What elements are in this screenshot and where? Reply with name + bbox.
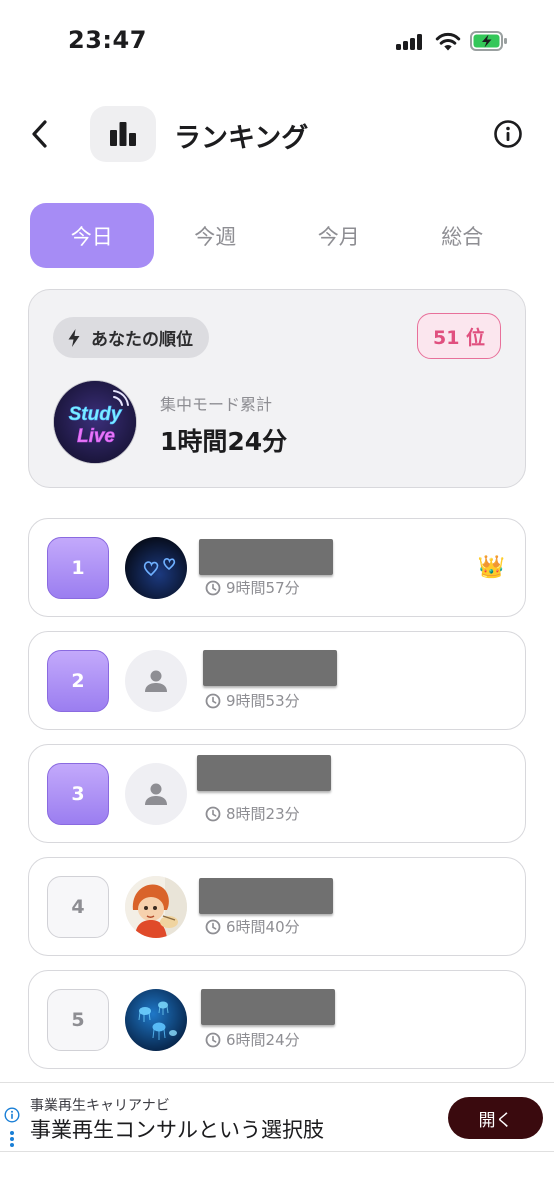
- study-time: 6時間40分: [205, 916, 300, 937]
- tab-today[interactable]: 今日: [30, 203, 154, 268]
- ranking-row[interactable]: 3 8時間23分: [28, 744, 526, 843]
- study-live-logo: Study Live: [54, 381, 136, 463]
- default-user-icon: [145, 670, 167, 692]
- redacted-username: [197, 755, 331, 791]
- rank-number: 5: [47, 989, 109, 1051]
- chevron-left-icon: [32, 120, 47, 148]
- crown-icon: 👑: [477, 555, 505, 580]
- study-time-value: 9時間57分: [226, 579, 300, 597]
- clock-icon: [205, 1032, 221, 1047]
- anime-avatar-image: [125, 876, 187, 938]
- ad-headline: 事業再生コンサルという選択肢: [30, 1118, 324, 1142]
- cellular-signal-icon: [396, 34, 426, 50]
- study-time-value: 6時間24分: [226, 1031, 300, 1049]
- lightning-icon: [68, 328, 80, 347]
- ranking-header-icon: [90, 106, 156, 162]
- info-button[interactable]: [490, 116, 526, 152]
- svg-text:Live: Live: [77, 426, 115, 447]
- my-avatar: Study Live: [53, 380, 137, 464]
- ranking-row[interactable]: 5 6時間24分: [28, 970, 526, 1069]
- redacted-username: [201, 989, 335, 1025]
- rank-number: 1: [47, 537, 109, 599]
- info-icon: [494, 120, 522, 148]
- study-time: 9時間53分: [205, 690, 300, 711]
- my-rank-badge: 51 位: [417, 313, 501, 359]
- clock-icon: [205, 693, 221, 708]
- rank-number: 2: [47, 650, 109, 712]
- back-button[interactable]: [20, 112, 60, 156]
- my-rank-card: あなたの順位 51 位 Study Live 集中モード累計 1時間24分: [28, 289, 526, 488]
- user-avatar: [125, 763, 187, 825]
- svg-text:Study: Study: [69, 404, 123, 425]
- ranking-row[interactable]: 1 9時間57分 👑: [28, 518, 526, 617]
- redacted-username: [199, 539, 333, 575]
- clock-icon: [205, 919, 221, 934]
- study-time: 6時間24分: [205, 1029, 300, 1050]
- hearts-avatar-image: [125, 537, 187, 599]
- status-bar: 23:47: [0, 0, 554, 80]
- focus-total-value: 1時間24分: [160, 427, 288, 456]
- ranking-list: 1 9時間57分 👑 2 9時間53分 3 8時間23分 4 6時間40分 5 …: [28, 518, 526, 1083]
- page-title: ランキング: [174, 123, 309, 154]
- battery-charging-icon: [470, 31, 507, 51]
- ad-open-button[interactable]: 開く: [448, 1097, 543, 1139]
- study-time: 8時間23分: [205, 803, 300, 824]
- focus-total-label: 集中モード累計: [160, 395, 273, 414]
- jellyfish-avatar-image: [125, 989, 187, 1051]
- my-rank-pill: あなたの順位: [53, 317, 209, 358]
- study-time: 9時間57分: [205, 577, 300, 598]
- more-options-icon[interactable]: [9, 1130, 15, 1148]
- user-avatar: [125, 876, 187, 938]
- study-time-value: 8時間23分: [226, 805, 300, 823]
- status-time: 23:47: [68, 26, 147, 54]
- study-time-value: 9時間53分: [226, 692, 300, 710]
- wifi-icon: [435, 32, 461, 51]
- redacted-username: [203, 650, 337, 686]
- user-avatar: [125, 650, 187, 712]
- ranking-row[interactable]: 4 6時間40分: [28, 857, 526, 956]
- ad-advertiser: 事業再生キャリアナビ: [30, 1098, 170, 1114]
- tab-overall[interactable]: 総合: [401, 203, 525, 268]
- user-avatar: [125, 537, 187, 599]
- ad-banner[interactable]: 事業再生キャリアナビ 事業再生コンサルという選択肢 開く: [0, 1082, 554, 1152]
- period-tabs: 今日 今週 今月 総合: [30, 203, 524, 268]
- rank-number: 3: [47, 763, 109, 825]
- rank-number: 4: [47, 876, 109, 938]
- redacted-username: [199, 878, 333, 914]
- bar-chart-icon: [110, 122, 136, 146]
- user-avatar: [125, 989, 187, 1051]
- ad-info-icon[interactable]: [4, 1107, 20, 1123]
- my-rank-label: あなたの順位: [91, 330, 193, 350]
- clock-icon: [205, 806, 221, 821]
- tab-week[interactable]: 今週: [154, 203, 278, 268]
- ranking-row[interactable]: 2 9時間53分: [28, 631, 526, 730]
- clock-icon: [205, 580, 221, 595]
- default-user-icon: [145, 783, 167, 805]
- study-time-value: 6時間40分: [226, 918, 300, 936]
- tab-month[interactable]: 今月: [277, 203, 401, 268]
